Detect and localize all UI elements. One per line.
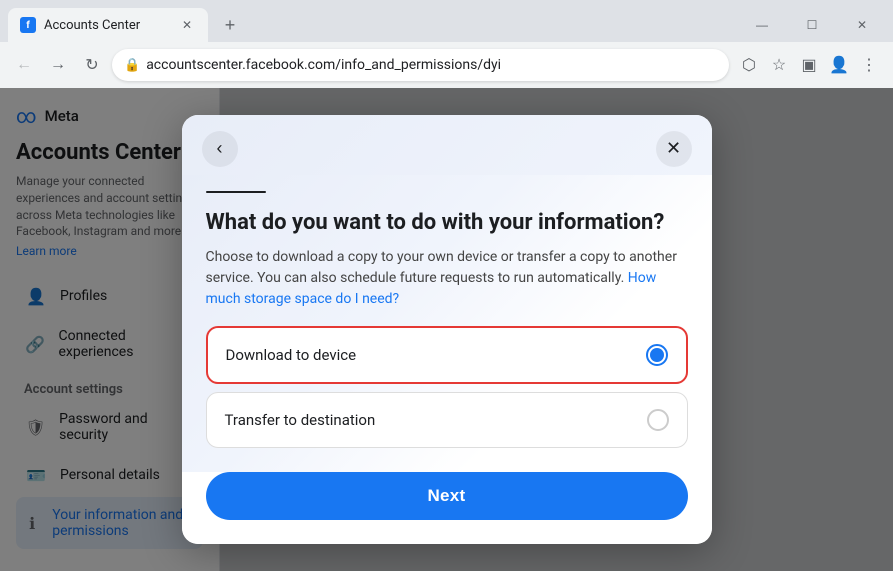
tab-close-button[interactable]: ✕ [178, 16, 196, 34]
back-button[interactable]: ← [10, 51, 38, 79]
bookmark-button[interactable]: ☆ [765, 51, 793, 79]
tab-favicon: f [20, 17, 36, 33]
page-content: ∞ Meta Accounts Center Manage your conne… [0, 88, 893, 571]
window-controls: — ☐ ✕ [739, 11, 885, 39]
cast-button[interactable]: ⬡ [735, 51, 763, 79]
forward-button[interactable]: → [44, 51, 72, 79]
url-text: accountscenter.facebook.com/info_and_per… [146, 57, 717, 73]
modal-divider [206, 191, 266, 193]
tab-bar: f Accounts Center ✕ + — ☐ ✕ [0, 0, 893, 42]
minimize-button[interactable]: — [739, 11, 785, 39]
new-tab-button[interactable]: + [216, 11, 244, 39]
sidebar-toggle-button[interactable]: ▣ [795, 51, 823, 79]
modal-overlay: ‹ ✕ What do you want to do with your inf… [0, 88, 893, 571]
tab-title: Accounts Center [44, 18, 170, 33]
address-bar-row: ← → ↻ 🔒 accountscenter.facebook.com/info… [0, 42, 893, 88]
option-transfer-to-destination[interactable]: Transfer to destination [206, 392, 688, 448]
modal-close-button[interactable]: ✕ [656, 131, 692, 167]
modal-dialog: ‹ ✕ What do you want to do with your inf… [182, 115, 712, 545]
profile-button[interactable]: 👤 [825, 51, 853, 79]
option-download-label: Download to device [226, 346, 357, 364]
option-download-to-device[interactable]: Download to device [206, 326, 688, 384]
modal-title: What do you want to do with your informa… [206, 209, 688, 238]
menu-button[interactable]: ⋮ [855, 51, 883, 79]
browser-chrome: f Accounts Center ✕ + — ☐ ✕ ← → ↻ 🔒 acco… [0, 0, 893, 88]
modal-description: Choose to download a copy to your own de… [206, 247, 688, 310]
modal-footer: Next [182, 472, 712, 544]
radio-download-inner [650, 348, 664, 362]
next-button[interactable]: Next [206, 472, 688, 520]
radio-transfer [647, 409, 669, 431]
modal-options: Download to device Transfer to destinati… [206, 326, 688, 448]
maximize-button[interactable]: ☐ [789, 11, 835, 39]
modal-body: What do you want to do with your informa… [182, 175, 712, 473]
security-icon: 🔒 [124, 58, 140, 73]
reload-button[interactable]: ↻ [78, 51, 106, 79]
modal-header: ‹ ✕ [182, 115, 712, 175]
modal-back-button[interactable]: ‹ [202, 131, 238, 167]
close-window-button[interactable]: ✕ [839, 11, 885, 39]
address-actions: ⬡ ☆ ▣ 👤 ⋮ [735, 51, 883, 79]
option-transfer-label: Transfer to destination [225, 411, 376, 429]
address-bar[interactable]: 🔒 accountscenter.facebook.com/info_and_p… [112, 49, 729, 81]
active-tab[interactable]: f Accounts Center ✕ [8, 8, 208, 42]
radio-download [646, 344, 668, 366]
